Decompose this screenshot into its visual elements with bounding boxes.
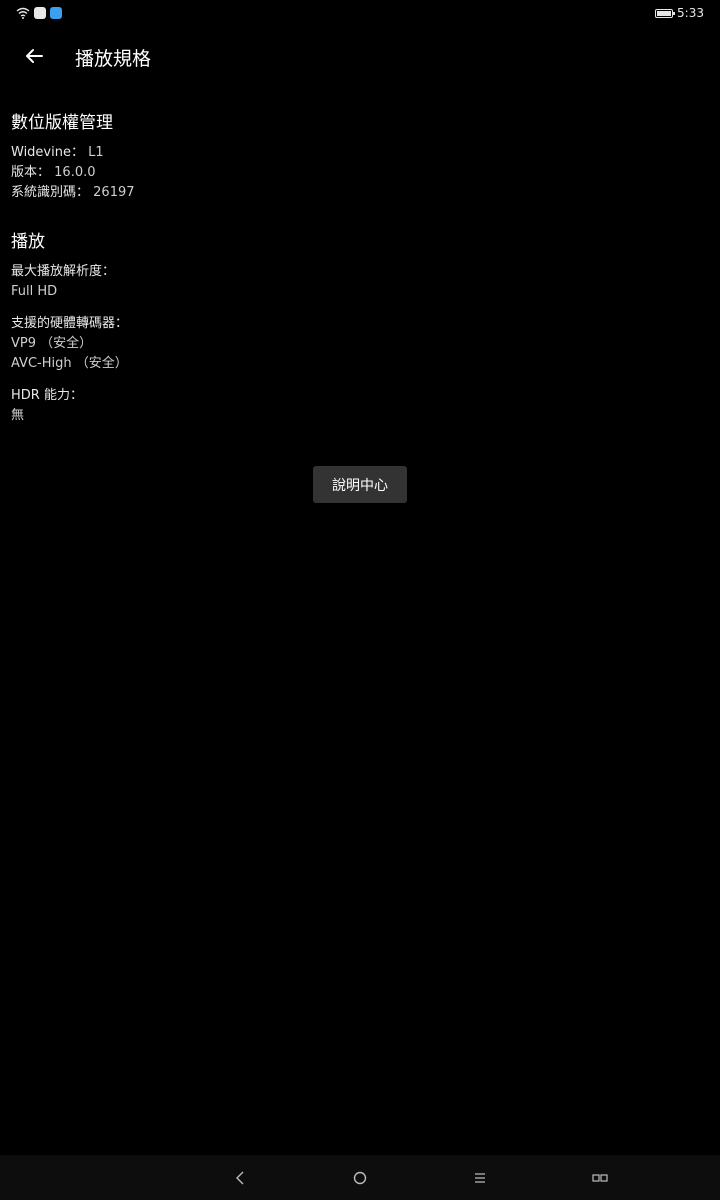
back-icon: [236, 1171, 244, 1185]
app-notification-icon: [50, 7, 62, 19]
hdr-group: HDR 能力： 無: [11, 386, 701, 426]
hdr-label: HDR 能力：: [11, 388, 83, 403]
arrow-left-icon: [26, 49, 43, 63]
nav-recents-button[interactable]: [587, 1165, 613, 1191]
status-bar: 5:33: [0, 0, 720, 28]
hdr-value: 無: [11, 408, 25, 423]
navigation-bar: [0, 1155, 720, 1200]
battery-icon: [655, 8, 676, 18]
drm-heading: 數位版權管理: [11, 113, 113, 133]
app-bar: 播放規格: [0, 28, 720, 88]
help-center-button[interactable]: 說明中心: [313, 466, 407, 503]
max-resolution-value: Full HD: [11, 284, 58, 299]
widevine-label: Widevine：: [11, 145, 84, 160]
playback-section: 播放 最大播放解析度： Full HD 支援的硬體轉碼器： VP9 （安全） A…: [11, 229, 701, 426]
max-resolution-group: 最大播放解析度： Full HD: [11, 262, 701, 302]
widevine-row: Widevine： L1: [11, 143, 701, 163]
system-id-value: 26197: [93, 185, 135, 200]
recents-icon: [592, 1174, 608, 1182]
system-id-row: 系統識別碼： 26197: [11, 183, 701, 203]
page-title: 播放規格: [75, 48, 152, 70]
status-icons-left: [16, 7, 62, 19]
nav-back-button[interactable]: [227, 1165, 253, 1191]
version-label: 版本：: [11, 165, 51, 180]
status-icons-right: 5:33: [655, 6, 704, 20]
menu-icon: [475, 1173, 485, 1183]
back-button[interactable]: [18, 40, 50, 72]
playback-heading: 播放: [11, 232, 45, 252]
decoders-group: 支援的硬體轉碼器： VP9 （安全） AVC-High （安全）: [11, 314, 701, 374]
content: 數位版權管理 Widevine： L1 版本： 16.0.0 系統識別碼： 26…: [11, 110, 701, 438]
system-id-label: 系統識別碼：: [11, 185, 90, 200]
wifi-icon: [16, 7, 30, 19]
nav-home-button[interactable]: [347, 1165, 373, 1191]
max-resolution-label: 最大播放解析度：: [11, 264, 116, 279]
status-time: 5:33: [677, 6, 704, 20]
decoder-item: AVC-High （安全）: [11, 356, 128, 371]
nav-menu-button[interactable]: [467, 1165, 493, 1191]
widevine-value: L1: [88, 145, 104, 160]
home-icon: [353, 1171, 367, 1185]
version-value: 16.0.0: [54, 165, 96, 180]
app-notification-icon: [34, 7, 46, 19]
version-row: 版本： 16.0.0: [11, 163, 701, 183]
decoders-label: 支援的硬體轉碼器：: [11, 316, 129, 331]
decoder-item: VP9 （安全）: [11, 336, 93, 351]
drm-section: 數位版權管理 Widevine： L1 版本： 16.0.0 系統識別碼： 26…: [11, 110, 701, 203]
